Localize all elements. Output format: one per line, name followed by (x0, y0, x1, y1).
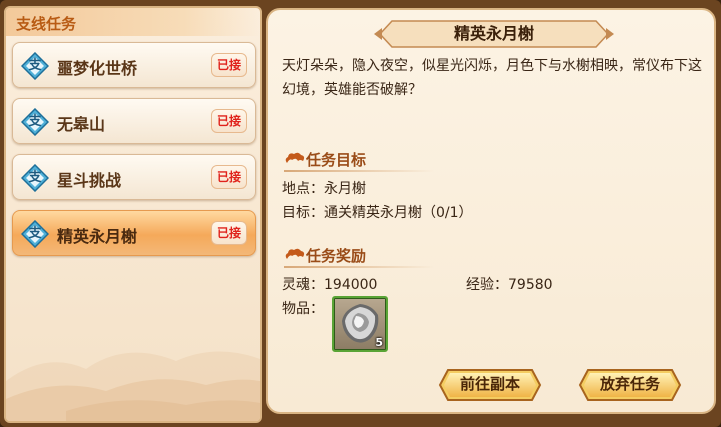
abandon-quest-label: 放弃任务 (599, 375, 660, 393)
quest-item-label: 无皋山 (57, 115, 106, 134)
quest-item-1[interactable]: 支 无皋山 已接 (12, 98, 256, 144)
quest-title: 精英永月榭 (453, 24, 534, 43)
goto-dungeon-label: 前往副本 (459, 375, 520, 393)
branch-badge-icon: 支 (20, 107, 50, 137)
objective-section-header: 任务目标 (284, 148, 444, 172)
reward-item-slot[interactable]: 5 (332, 296, 388, 352)
accepted-badge: 已接 (211, 109, 247, 133)
quest-item-3-selected[interactable]: 支 精英永月榭 已接 (12, 210, 256, 256)
quest-window: 支线任务 支 噩梦化世桥 已接 支 无皋山 已接 支 星斗挑战 已接 支 精英永… (0, 0, 721, 427)
quest-item-2[interactable]: 支 星斗挑战 已接 (12, 154, 256, 200)
accepted-badge: 已接 (211, 53, 247, 77)
quest-list-panel: 支线任务 支 噩梦化世桥 已接 支 无皋山 已接 支 星斗挑战 已接 支 精英永… (4, 6, 262, 423)
abandon-quest-button[interactable]: 放弃任务 (578, 366, 682, 404)
quest-description: 天灯朵朵，隐入夜空，似星光闪烁，月色下与水榭相映，常仪布下这幻境，英雄能否破解？ (282, 58, 702, 98)
reward-items-label: 物品： (282, 301, 324, 317)
quest-item-label: 噩梦化世桥 (57, 59, 138, 78)
quest-list-header: 支线任务 (6, 8, 260, 36)
quest-item-label: 星斗挑战 (57, 171, 122, 190)
objective-target: 目标：通关精英永月榭（0/1） (282, 205, 473, 221)
objective-heading: 任务目标 (306, 151, 367, 169)
reward-exp: 经验：79580 (466, 277, 553, 293)
cloud-icon (285, 152, 305, 163)
branch-badge-icon: 支 (20, 219, 50, 249)
objective-location: 地点：永月榭 (282, 181, 366, 197)
branch-badge-icon: 支 (20, 163, 50, 193)
quest-item-label: 精英永月榭 (57, 227, 138, 246)
accepted-badge: 已接 (211, 221, 247, 245)
quest-title-banner: 精英永月榭 (374, 18, 614, 50)
reward-section-header: 任务奖励 (284, 244, 444, 268)
reward-heading: 任务奖励 (306, 247, 367, 265)
item-count: 5 (375, 336, 383, 349)
reward-soul: 灵魂：194000 (282, 277, 378, 293)
quest-detail-panel: 精英永月榭 天灯朵朵，隐入夜空，似星光闪烁，月色下与水榭相映，常仪布下这幻境，英… (266, 8, 716, 414)
cloud-icon (285, 248, 305, 259)
goto-dungeon-button[interactable]: 前往副本 (438, 366, 542, 404)
branch-badge-icon: 支 (20, 51, 50, 81)
mountain-decoration (6, 351, 260, 421)
section-divider (284, 266, 434, 268)
accepted-badge: 已接 (211, 165, 247, 189)
section-divider (284, 170, 434, 172)
quest-list-title: 支线任务 (16, 15, 77, 33)
quest-item-0[interactable]: 支 噩梦化世桥 已接 (12, 42, 256, 88)
